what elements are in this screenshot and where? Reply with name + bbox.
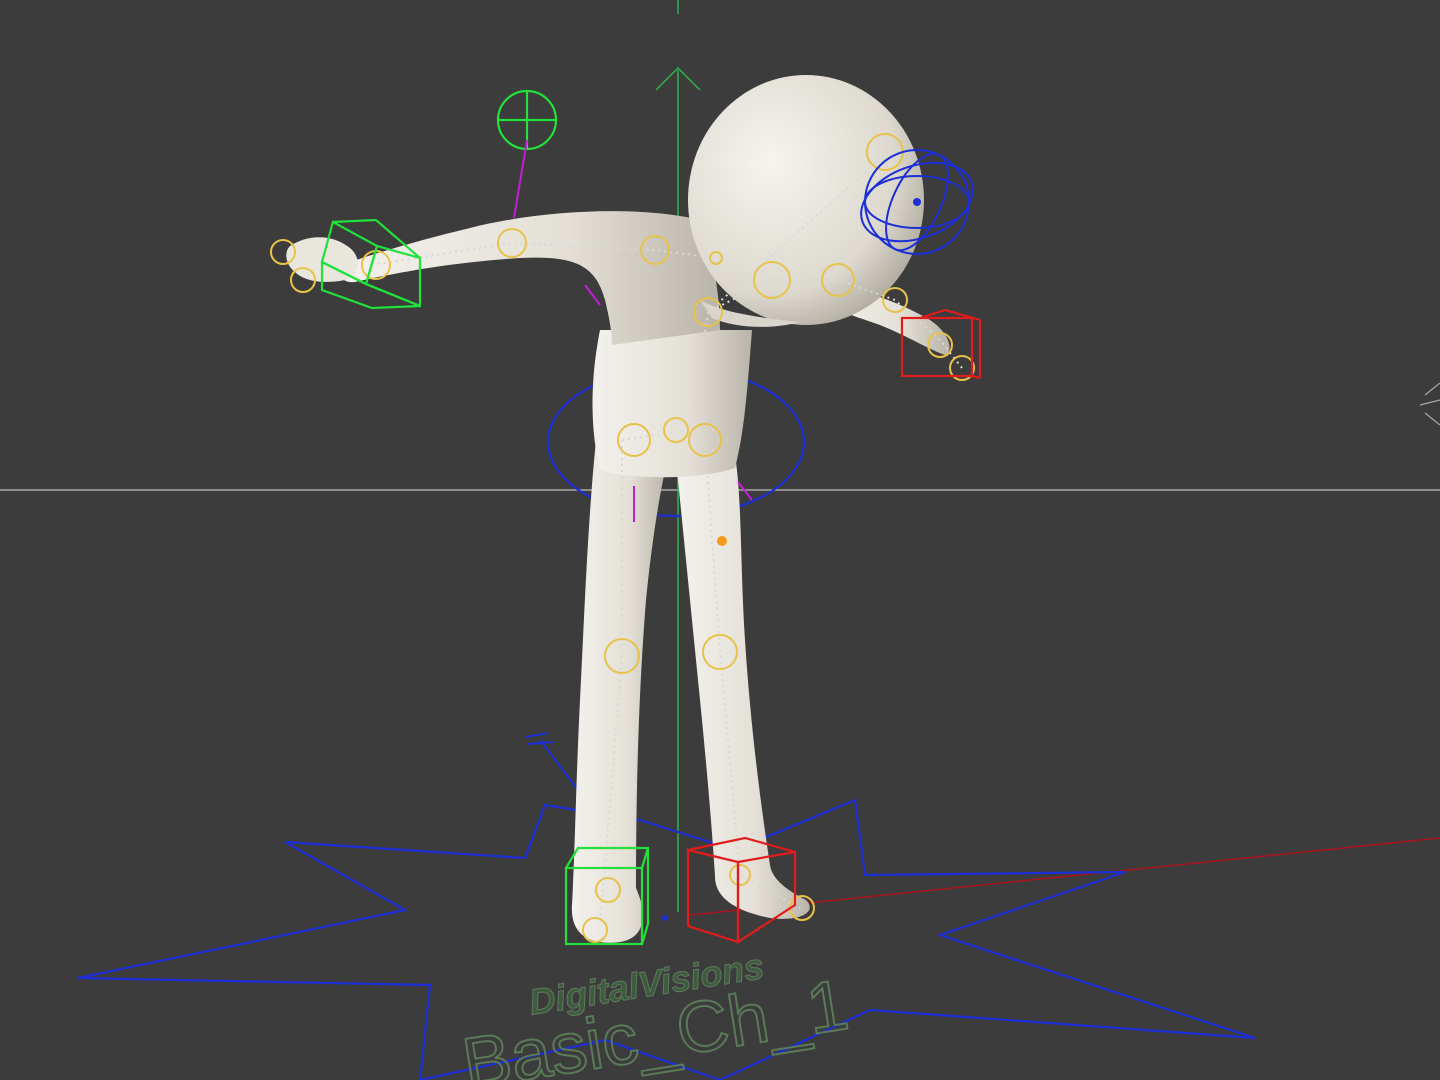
root-axis-icon[interactable] (524, 732, 579, 791)
pole-vector-line (513, 139, 528, 219)
pole-vector-line-2 (584, 284, 601, 306)
3d-viewport[interactable]: DigitalVisions Basic_Ch_1 (0, 0, 1440, 1080)
pivot-dot[interactable] (717, 536, 727, 546)
head-mesh (688, 75, 924, 325)
rig-branding: DigitalVisions Basic_Ch_1 (456, 945, 854, 1080)
torso-mesh (592, 330, 752, 478)
arm-right-mesh (340, 211, 720, 345)
knee-pole-marker[interactable] (737, 481, 753, 501)
offscreen-axis-icon (1419, 382, 1440, 426)
viewport-canvas[interactable]: DigitalVisions Basic_Ch_1 (0, 0, 1440, 1080)
character-mesh[interactable] (286, 75, 950, 943)
root-dot[interactable] (662, 915, 668, 921)
